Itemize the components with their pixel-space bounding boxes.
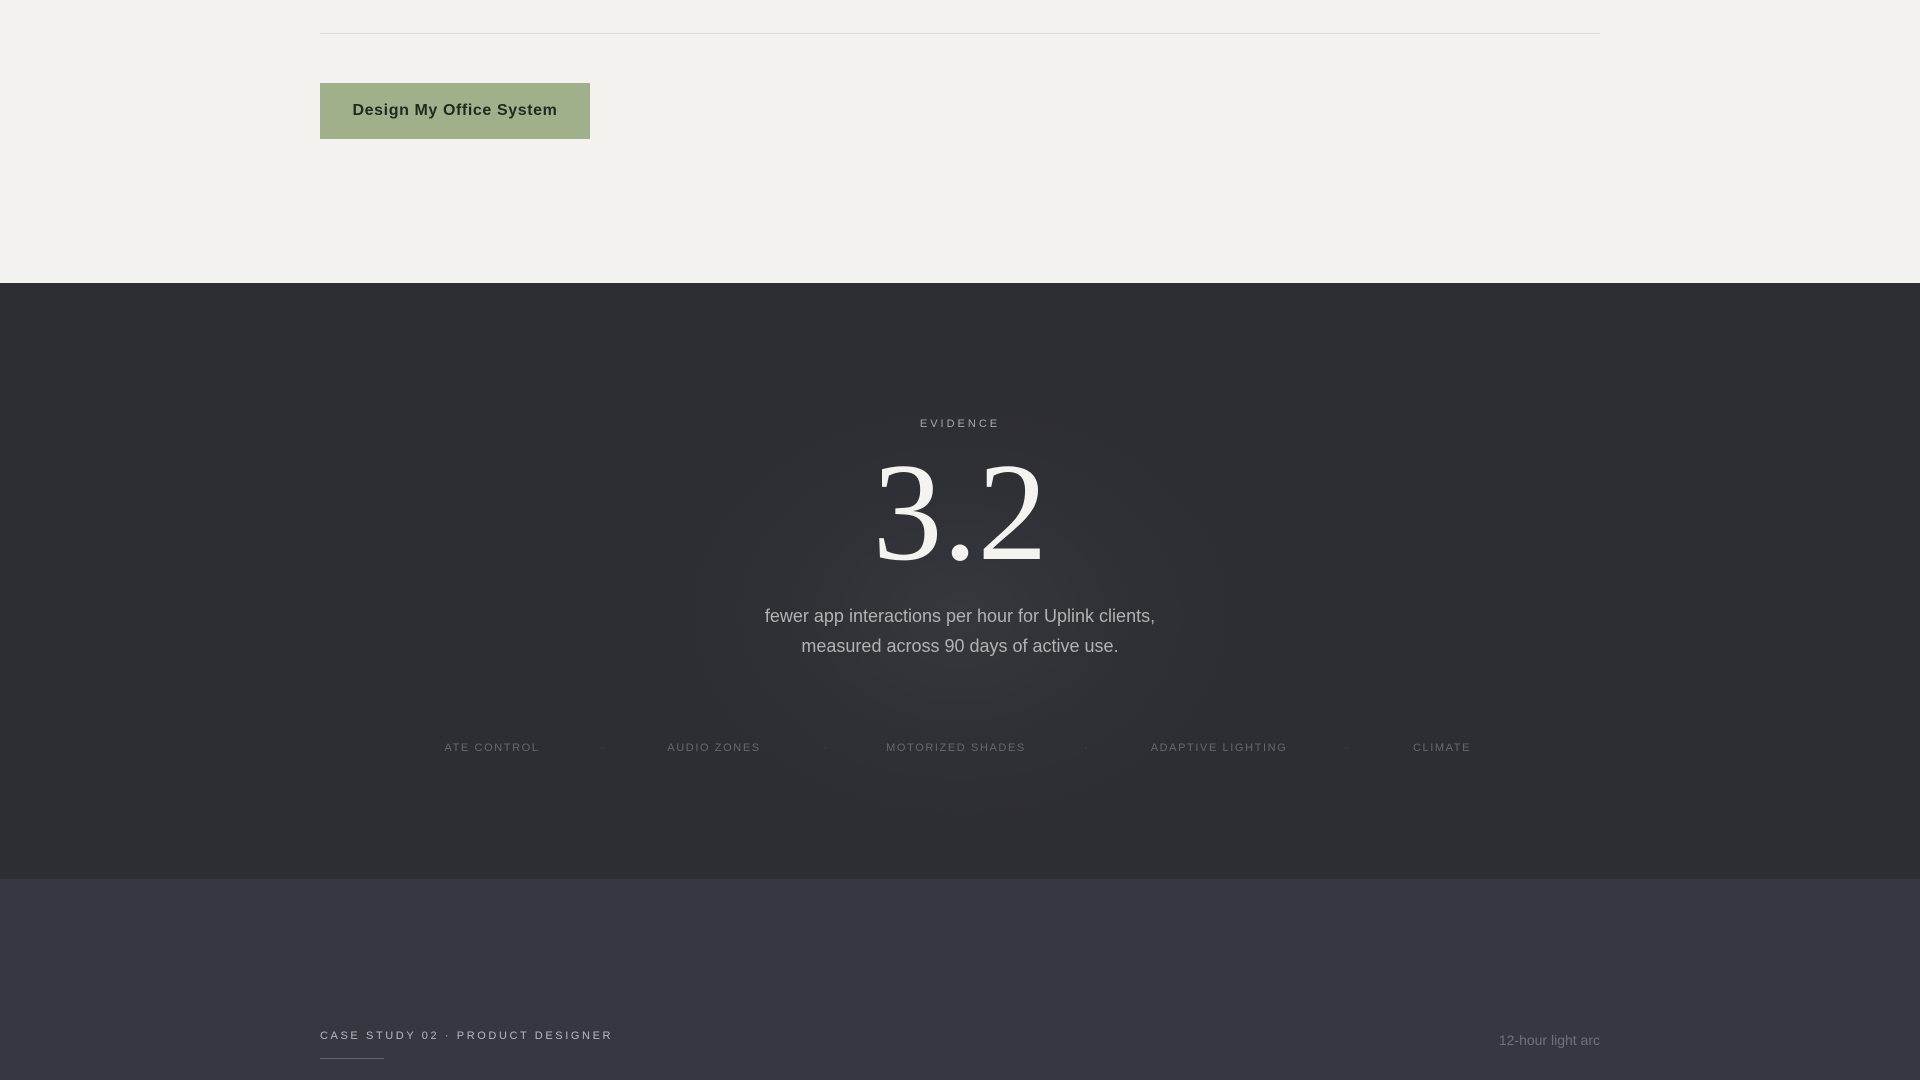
feature-item: ADAPTIVE LIGHTING [1150, 742, 1288, 754]
feature-marquee: ATE CONTROL · AUDIO ZONES · MOTORIZED SH… [320, 733, 1600, 763]
feature-separator: · [601, 742, 605, 754]
feature-separator: · [1345, 742, 1349, 754]
stat-value: 3.2 [872, 435, 1048, 590]
evidence-section: EVIDENCE 3.2 fewer app interactions per … [0, 283, 1920, 879]
case-study-underline [320, 1058, 384, 1059]
feature-item: MOTORIZED SHADES [886, 742, 1026, 754]
stat-caption-line-1: fewer app interactions per hour for Upli… [764, 606, 1156, 626]
design-office-system-button[interactable]: Design My Office System [320, 83, 590, 139]
feature-separator: · [1084, 742, 1088, 754]
evidence-eyebrow: EVIDENCE [919, 418, 1001, 430]
feature-item: AUDIO ZONES [667, 742, 761, 754]
stat-caption: fewer app interactions per hour for Upli… [660, 601, 1260, 661]
divider-line [320, 33, 1600, 34]
feature-separator: · [823, 742, 827, 754]
stat-caption-line-2: measured across 90 days of active use. [801, 636, 1119, 656]
hero-section: Design My Office System [0, 0, 1920, 283]
case-study-label: CASE STUDY 02 · PRODUCT DESIGNER [320, 1030, 614, 1042]
case-study-section: CASE STUDY 02 · PRODUCT DESIGNER 12-hour… [0, 879, 1920, 1080]
light-arc-note: 12-hour light arc [1498, 1032, 1600, 1048]
feature-item: CLIMATE [1412, 742, 1472, 754]
feature-item: ATE CONTROL [444, 742, 540, 754]
